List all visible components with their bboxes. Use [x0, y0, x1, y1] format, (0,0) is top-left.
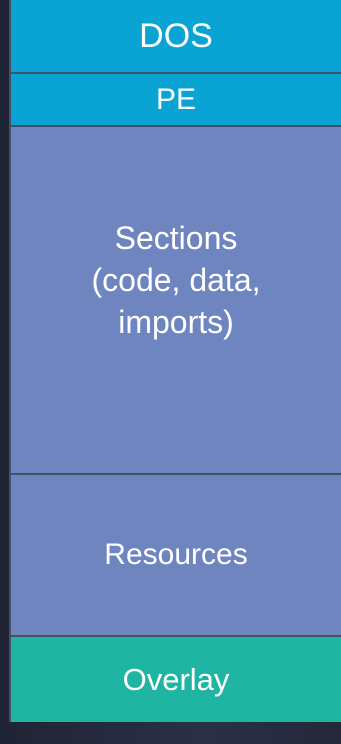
sections-block: Sections (code, data, imports): [9, 125, 341, 473]
dos-header-block: DOS: [9, 0, 341, 72]
pe-header-block: PE: [9, 72, 341, 125]
pe-file-layout-diagram: DOS PE Sections (code, data, imports) Re…: [9, 0, 341, 722]
slide-background: DOS PE Sections (code, data, imports) Re…: [0, 0, 341, 744]
overlay-block: Overlay: [9, 635, 341, 722]
resources-block: Resources: [9, 473, 341, 635]
